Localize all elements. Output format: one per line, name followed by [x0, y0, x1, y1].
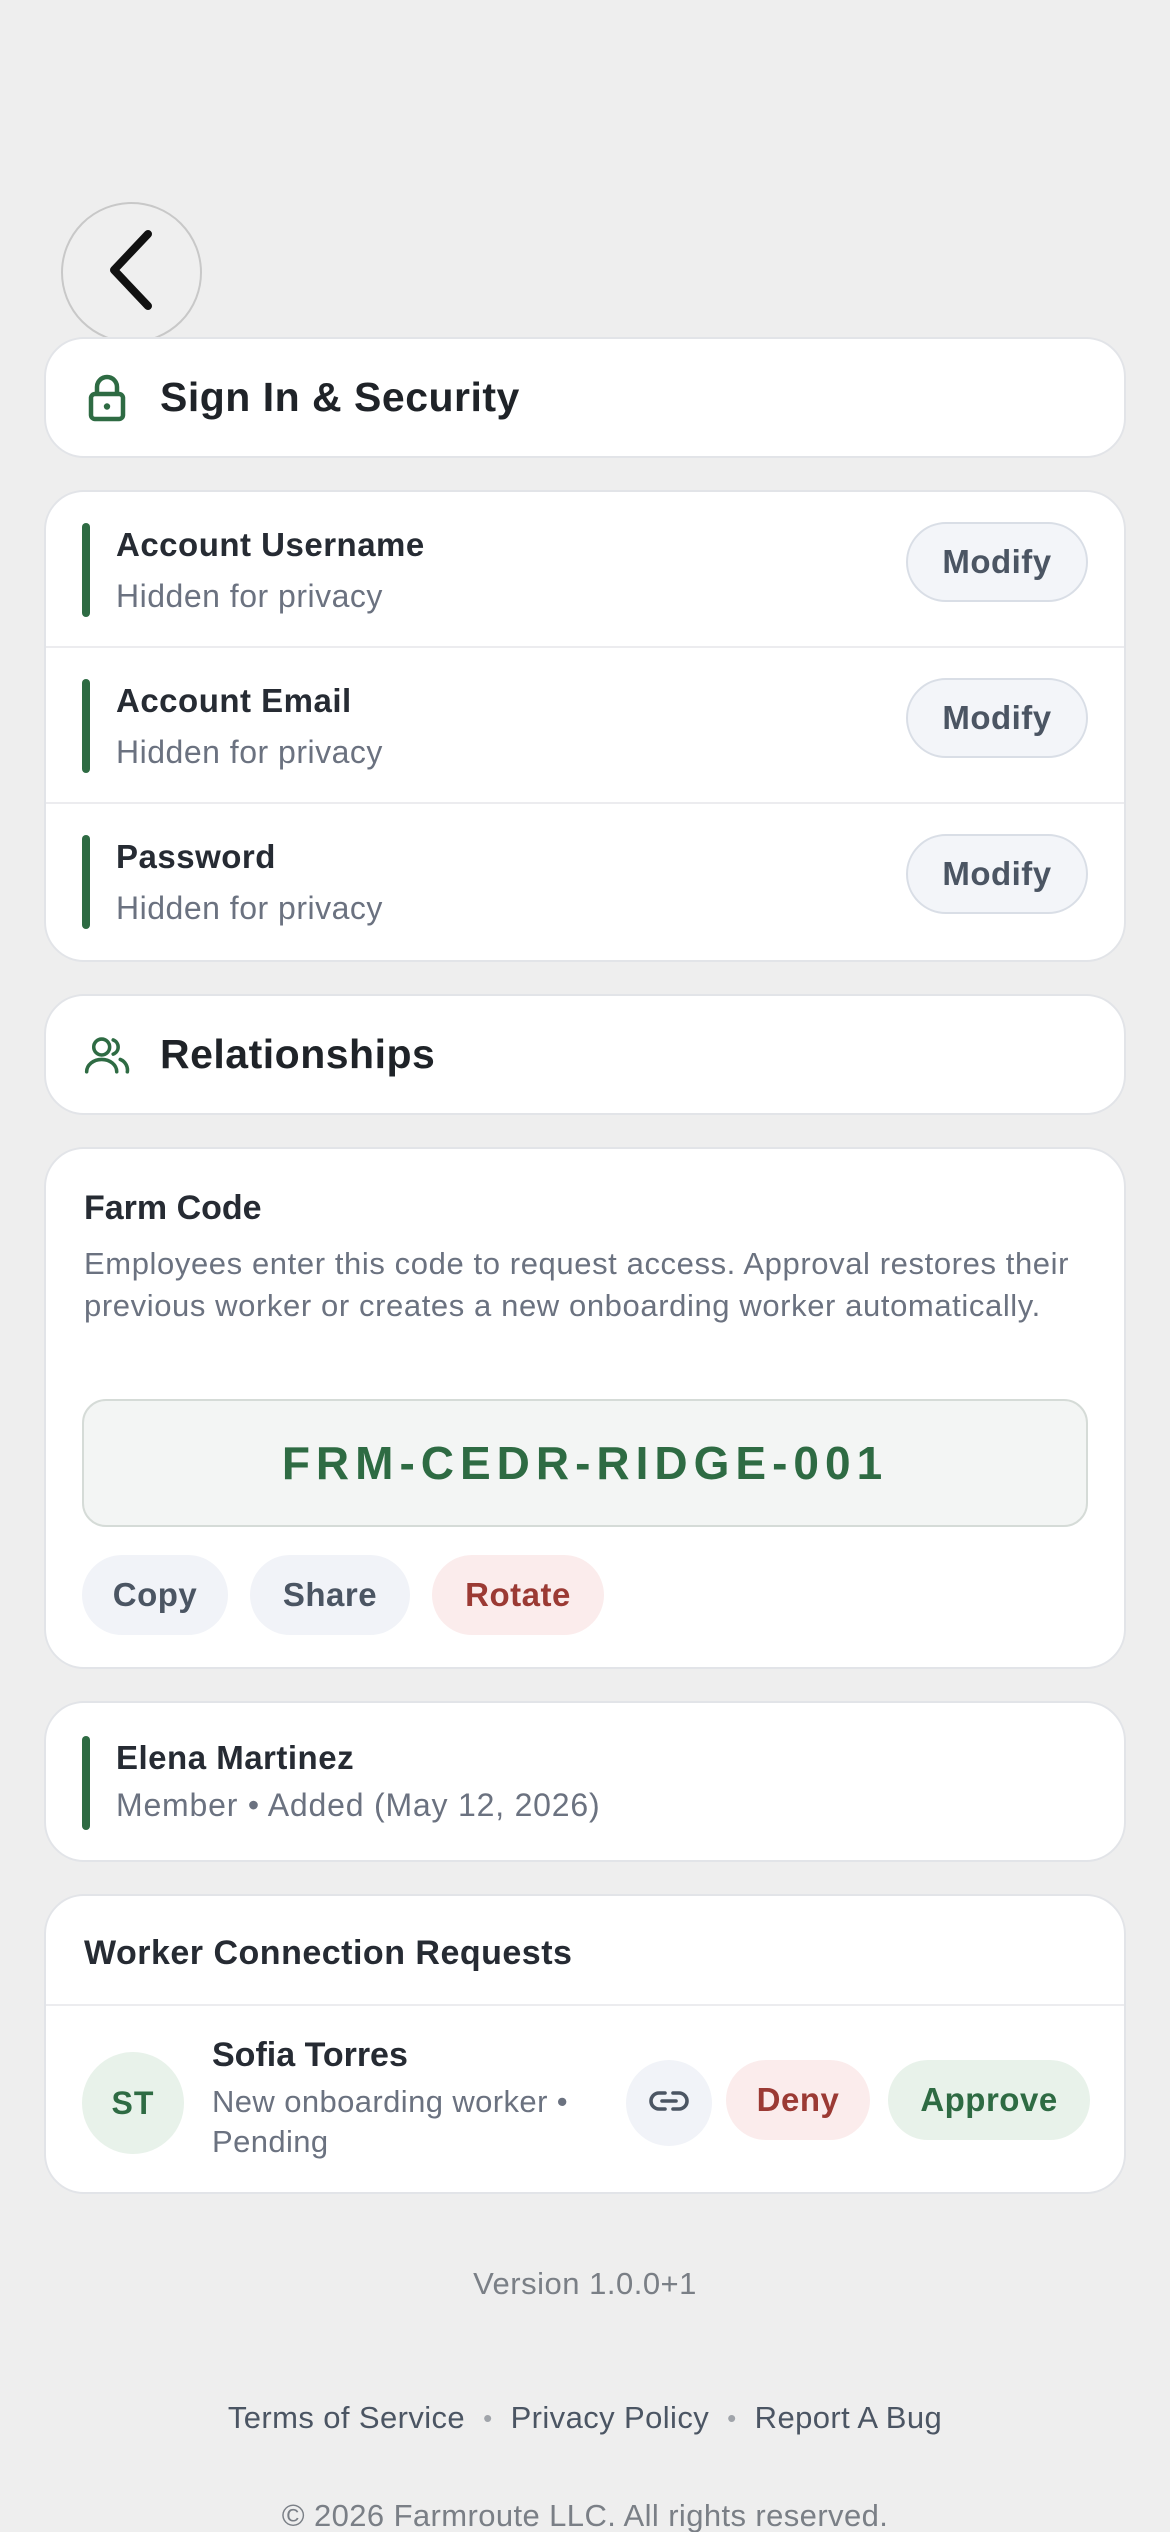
relationships-section-header: Relationships: [44, 994, 1126, 1115]
accent-bar: [82, 523, 90, 617]
terms-of-service-link[interactable]: Terms of Service: [228, 2400, 465, 2436]
row-title: Account Email: [116, 682, 352, 719]
requests-title: Worker Connection Requests: [84, 1934, 573, 1972]
member-name: Elena Martinez: [116, 1739, 355, 1776]
copyright-text: © 2026 Farmroute LLC. All rights reserve…: [281, 2498, 889, 2532]
security-section-header: Sign In & Security: [44, 337, 1126, 458]
worker-requests-card: Worker Connection Requests ST Sofia Torr…: [44, 1894, 1126, 2194]
accent-bar: [82, 679, 90, 773]
version-text: Version 1.0.0+1: [473, 2266, 697, 2301]
request-name: Sofia Torres: [212, 2036, 408, 2074]
deny-button[interactable]: Deny: [726, 2060, 870, 2140]
separator-dot: •: [483, 2402, 493, 2433]
link-icon: [648, 2089, 690, 2118]
request-subtitle: New onboarding worker • Pending: [212, 2084, 569, 2159]
privacy-policy-link[interactable]: Privacy Policy: [511, 2400, 710, 2436]
row-subtitle: Hidden for privacy: [116, 890, 383, 926]
users-icon: [84, 1032, 130, 1078]
chevron-left-icon: [104, 228, 160, 317]
row-title: Password: [116, 838, 276, 875]
member-card[interactable]: Elena Martinez Member • Added (May 12, 2…: [44, 1701, 1126, 1862]
list-item-username: Account Username Hidden for privacy Modi…: [46, 492, 1124, 648]
section-title: Sign In & Security: [160, 374, 520, 420]
divider: [46, 2004, 1124, 2006]
row-title: Account Username: [116, 526, 425, 563]
list-item-email: Account Email Hidden for privacy Modify: [46, 648, 1124, 804]
rotate-button[interactable]: Rotate: [432, 1555, 604, 1635]
modify-email-button[interactable]: Modify: [906, 678, 1088, 758]
copy-button[interactable]: Copy: [82, 1555, 228, 1635]
farm-code-card: Farm Code Employees enter this code to r…: [44, 1147, 1126, 1669]
accent-bar: [82, 1736, 90, 1830]
list-item-password: Password Hidden for privacy Modify: [46, 804, 1124, 960]
avatar: ST: [82, 2052, 184, 2154]
share-button[interactable]: Share: [250, 1555, 410, 1635]
member-subtitle: Member • Added (May 12, 2026): [116, 1787, 601, 1823]
link-button[interactable]: [626, 2060, 712, 2146]
row-subtitle: Hidden for privacy: [116, 734, 383, 770]
farm-code-value: FRM-CEDR-RIDGE-001: [82, 1399, 1088, 1527]
back-button[interactable]: [61, 202, 202, 343]
report-bug-link[interactable]: Report A Bug: [755, 2400, 943, 2436]
modify-username-button[interactable]: Modify: [906, 522, 1088, 602]
footer-links: Terms of Service • Privacy Policy • Repo…: [0, 2400, 1170, 2436]
farm-code-title: Farm Code: [84, 1189, 262, 1227]
row-subtitle: Hidden for privacy: [116, 578, 383, 614]
accent-bar: [82, 835, 90, 929]
farm-code-description: Employees enter this code to request acc…: [84, 1246, 1070, 1323]
security-settings-list: Account Username Hidden for privacy Modi…: [44, 490, 1126, 962]
lock-icon: [84, 374, 130, 421]
modify-password-button[interactable]: Modify: [906, 834, 1088, 914]
separator-dot: •: [727, 2402, 737, 2433]
approve-button[interactable]: Approve: [888, 2060, 1090, 2140]
section-title: Relationships: [160, 1031, 436, 1077]
